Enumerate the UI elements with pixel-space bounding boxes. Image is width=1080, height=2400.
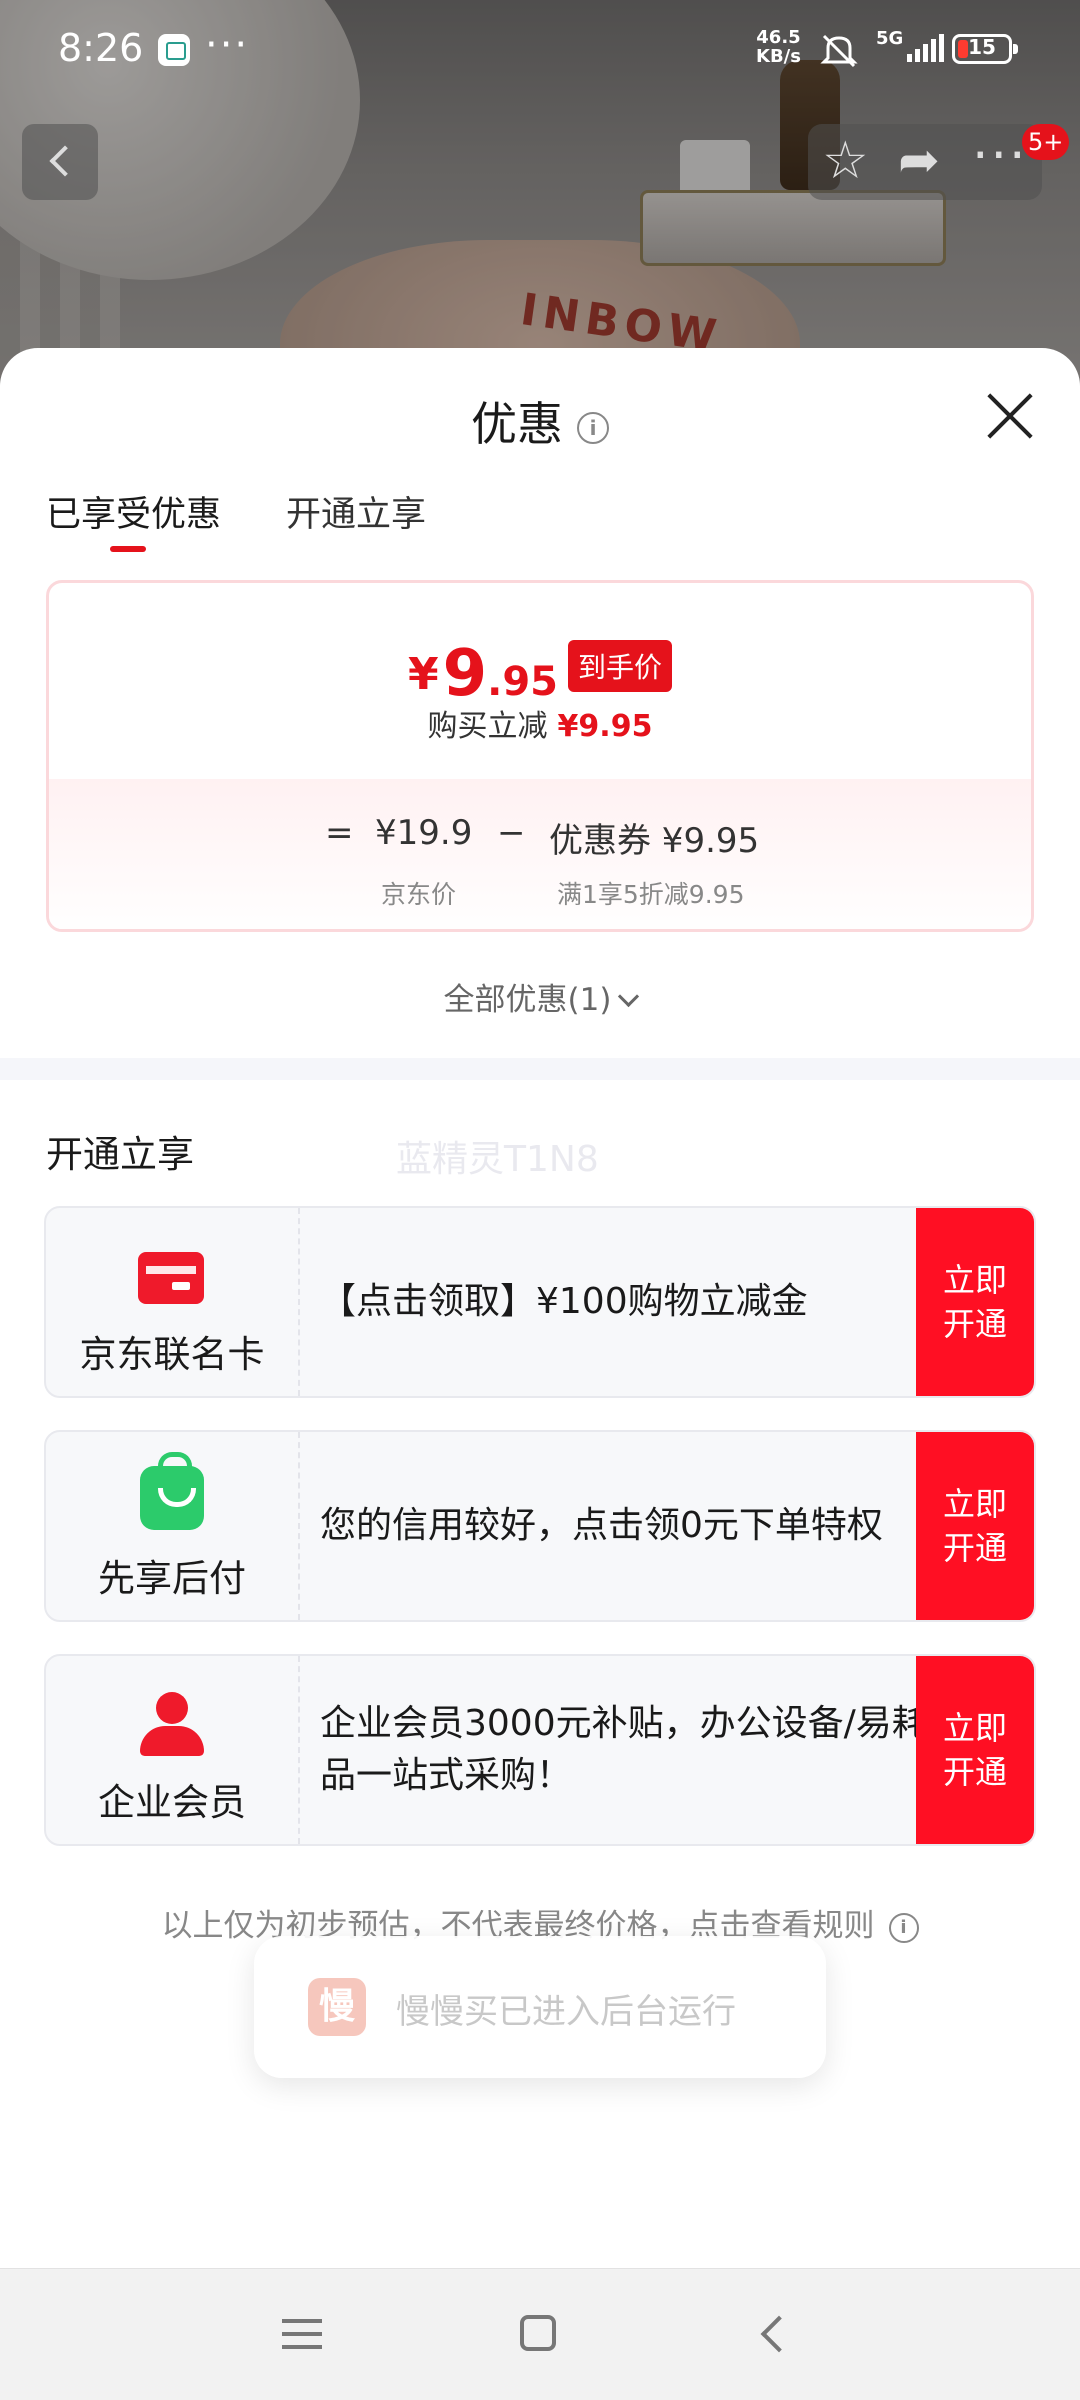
mute-bell-icon <box>820 34 858 68</box>
coupon-amount: 优惠券 ¥9.95 <box>549 821 760 861</box>
offer-description: 企业会员3000元补贴，办公设备/易耗品一站式采购！ <box>320 1703 928 1796</box>
shopping-bag-icon <box>140 1452 204 1530</box>
section-title: 开通立享 <box>46 1133 194 1176</box>
status-bar: 8:26 ··· 46.5 KB/s 5G 15 <box>0 0 1080 100</box>
reduce-value: ¥9.95 <box>557 709 653 744</box>
battery-icon: 15 <box>952 34 1018 64</box>
price-card: ¥9.95 到手价 购买立减 ¥9.95 = ¥19.9 − 优惠券 ¥9.95 京… <box>46 580 1034 932</box>
offer-description: 【点击领取】¥100购物立减金 <box>320 1281 808 1322</box>
user-icon <box>140 1692 204 1756</box>
signal-strength-icon <box>907 34 944 62</box>
home-icon[interactable] <box>520 2315 556 2351</box>
signal-type: 5G <box>876 28 904 49</box>
activate-button[interactable]: 立即 开通 <box>916 1208 1034 1396</box>
all-offers-label: 全部优惠(1) <box>443 982 612 1018</box>
toast-text: 慢慢买已进入后台运行 <box>396 1992 736 2032</box>
background-run-toast: 慢 慢慢买已进入后台运行 <box>254 1936 826 2078</box>
all-offers-toggle[interactable]: 全部优惠(1) <box>0 974 1080 1019</box>
sheet-title: 优惠 <box>471 397 563 451</box>
offer-jd-card[interactable]: 京东联名卡 【点击领取】¥100购物立减金 立即 开通 <box>44 1206 1036 1398</box>
share-icon[interactable]: ➦ <box>898 130 940 190</box>
close-button[interactable] <box>984 390 1036 442</box>
notification-badge: 5+ <box>1022 124 1070 160</box>
network-speed-unit: KB/s <box>756 46 801 67</box>
activate-button[interactable]: 立即 开通 <box>916 1432 1034 1620</box>
back-button[interactable] <box>22 124 98 200</box>
offer-enterprise-member[interactable]: 企业会员 企业会员3000元补贴，办公设备/易耗品一站式采购！ 立即 开通 <box>44 1654 1036 1846</box>
chevron-down-icon <box>618 985 640 1008</box>
active-tab-indicator <box>110 546 146 552</box>
battery-level: 15 <box>968 35 996 59</box>
bank-card-icon <box>138 1252 204 1304</box>
more-icon[interactable]: ··· <box>972 126 1028 186</box>
tab-activate-offers[interactable]: 开通立享 <box>286 486 426 537</box>
price-value: 9.95 <box>442 637 558 711</box>
star-icon[interactable]: ☆ <box>822 132 869 190</box>
section-divider <box>0 1058 1080 1080</box>
header-actions: ☆ ➦ ··· <box>808 124 1042 200</box>
activate-button[interactable]: 立即 开通 <box>916 1656 1034 1844</box>
coupon-rule: 满1享5折减9.95 <box>557 880 745 909</box>
app-logo-icon: 慢 <box>308 1978 366 2036</box>
price-tag: 到手价 <box>568 640 673 692</box>
menu-icon[interactable] <box>282 2319 322 2349</box>
jd-price: ¥19.9 <box>375 813 473 853</box>
rules-info-icon[interactable]: i <box>888 1912 919 1943</box>
offer-description: 您的信用较好，点击领0元下单特权 <box>320 1505 883 1546</box>
network-speed: 46.5 KB/s <box>756 28 801 66</box>
offer-name: 先享后付 <box>98 1557 246 1600</box>
equals-sign: = <box>325 813 354 853</box>
tab-enjoyed-offers[interactable]: 已享受优惠 <box>46 486 221 537</box>
reduce-label: 购买立减 <box>427 709 548 744</box>
final-price: ¥9.95 到手价 <box>49 637 1031 711</box>
watermark: 蓝精灵T1N8 <box>396 1139 599 1180</box>
instant-reduction: 购买立减 ¥9.95 <box>49 701 1031 745</box>
system-navigation-bar <box>0 2268 1080 2400</box>
more-notifications-icon: ··· <box>205 22 250 68</box>
minus-sign: − <box>497 813 526 853</box>
sheet-title-row: 优惠 i <box>0 388 1080 454</box>
info-icon[interactable]: i <box>577 411 609 444</box>
network-speed-value: 46.5 <box>756 27 801 48</box>
price-currency: ¥ <box>407 648 439 700</box>
status-time: 8:26 <box>58 26 144 70</box>
offer-name: 企业会员 <box>98 1781 246 1824</box>
offer-pay-later[interactable]: 先享后付 您的信用较好，点击领0元下单特权 立即 开通 <box>44 1430 1036 1622</box>
offer-name: 京东联名卡 <box>79 1333 265 1376</box>
jd-price-label: 京东价 <box>381 880 457 909</box>
back-nav-icon[interactable] <box>760 2315 798 2353</box>
app-notification-icon <box>158 34 190 66</box>
